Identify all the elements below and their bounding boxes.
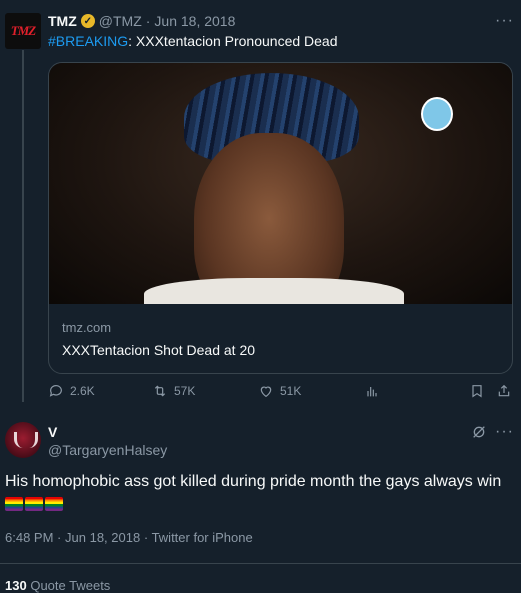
bookmark-button[interactable] (469, 383, 485, 399)
tweet-text: His homophobic ass got killed during pri… (5, 473, 502, 490)
thread-connector-line (22, 50, 24, 402)
retweet-icon (154, 385, 166, 397)
tweet-metadata: 6:48 PM · Jun 18, 2018 · Twitter for iPh… (5, 530, 253, 545)
more-options-icon[interactable]: ··· (495, 12, 514, 30)
retweet-button[interactable]: 57K (152, 383, 195, 399)
share-button[interactable] (496, 383, 512, 399)
analytics-button[interactable] (364, 383, 380, 399)
link-card[interactable]: tmz.com XXXTentacion Shot Dead at 20 (48, 62, 513, 374)
verified-badge-icon: ✓ (80, 14, 95, 28)
parent-tweet[interactable]: TMZ TMZ ✓ @TMZ · Jun 18, 2018 ··· #BREAK… (0, 0, 521, 412)
tweet-actions: 2.6K 57K 51K (48, 383, 511, 403)
image-shirt (144, 278, 404, 304)
like-button[interactable]: 51K (258, 383, 301, 399)
author-name[interactable]: V (48, 424, 57, 440)
divider (0, 563, 521, 564)
reply-icon (49, 385, 62, 397)
rainbow-flag-icon (45, 497, 63, 511)
share-icon (498, 384, 510, 397)
retweet-count: 57K (174, 384, 196, 398)
tweet-source[interactable]: Twitter for iPhone (152, 530, 253, 545)
reply-button[interactable]: 2.6K (48, 383, 95, 399)
card-image[interactable] (49, 63, 512, 304)
analytics-icon (367, 387, 377, 397)
avatar[interactable]: TMZ (5, 13, 41, 49)
author-handle[interactable]: @TMZ (99, 13, 142, 29)
sticker-icon (421, 97, 453, 131)
avatar-emblem (14, 432, 38, 448)
avatar-logo-text: TMZ (10, 23, 36, 38)
separator: · (57, 530, 62, 545)
separator: · (145, 13, 151, 29)
grok-icon[interactable] (471, 424, 487, 440)
like-count: 51K (280, 384, 302, 398)
heart-icon (260, 386, 272, 398)
separator: · (143, 530, 149, 545)
reply-count: 2.6K (70, 384, 95, 398)
author-name[interactable]: TMZ (48, 13, 77, 29)
rainbow-flag-icon (5, 497, 23, 511)
card-domain: tmz.com (62, 320, 112, 335)
more-options-icon[interactable]: ··· (495, 423, 514, 441)
tweet-time[interactable]: 6:48 PM (5, 530, 53, 545)
author-handle[interactable]: @TargaryenHalsey (48, 442, 167, 458)
bookmark-icon (472, 385, 482, 398)
hashtag-link[interactable]: #BREAKING (48, 33, 128, 49)
tweet-date[interactable]: Jun 18, 2018 (154, 13, 235, 29)
parent-tweet-header: TMZ ✓ @TMZ · Jun 18, 2018 (48, 13, 235, 29)
tweet-text: #BREAKING: XXXtentacion Pronounced Dead (48, 33, 338, 49)
avatar[interactable] (5, 422, 41, 458)
rainbow-flag-icon (25, 497, 43, 511)
emoji-row (5, 497, 63, 511)
tweet-date[interactable]: Jun 18, 2018 (65, 530, 140, 545)
tweet-text-body: : XXXtentacion Pronounced Dead (128, 33, 338, 49)
card-title: XXXTentacion Shot Dead at 20 (62, 342, 256, 358)
